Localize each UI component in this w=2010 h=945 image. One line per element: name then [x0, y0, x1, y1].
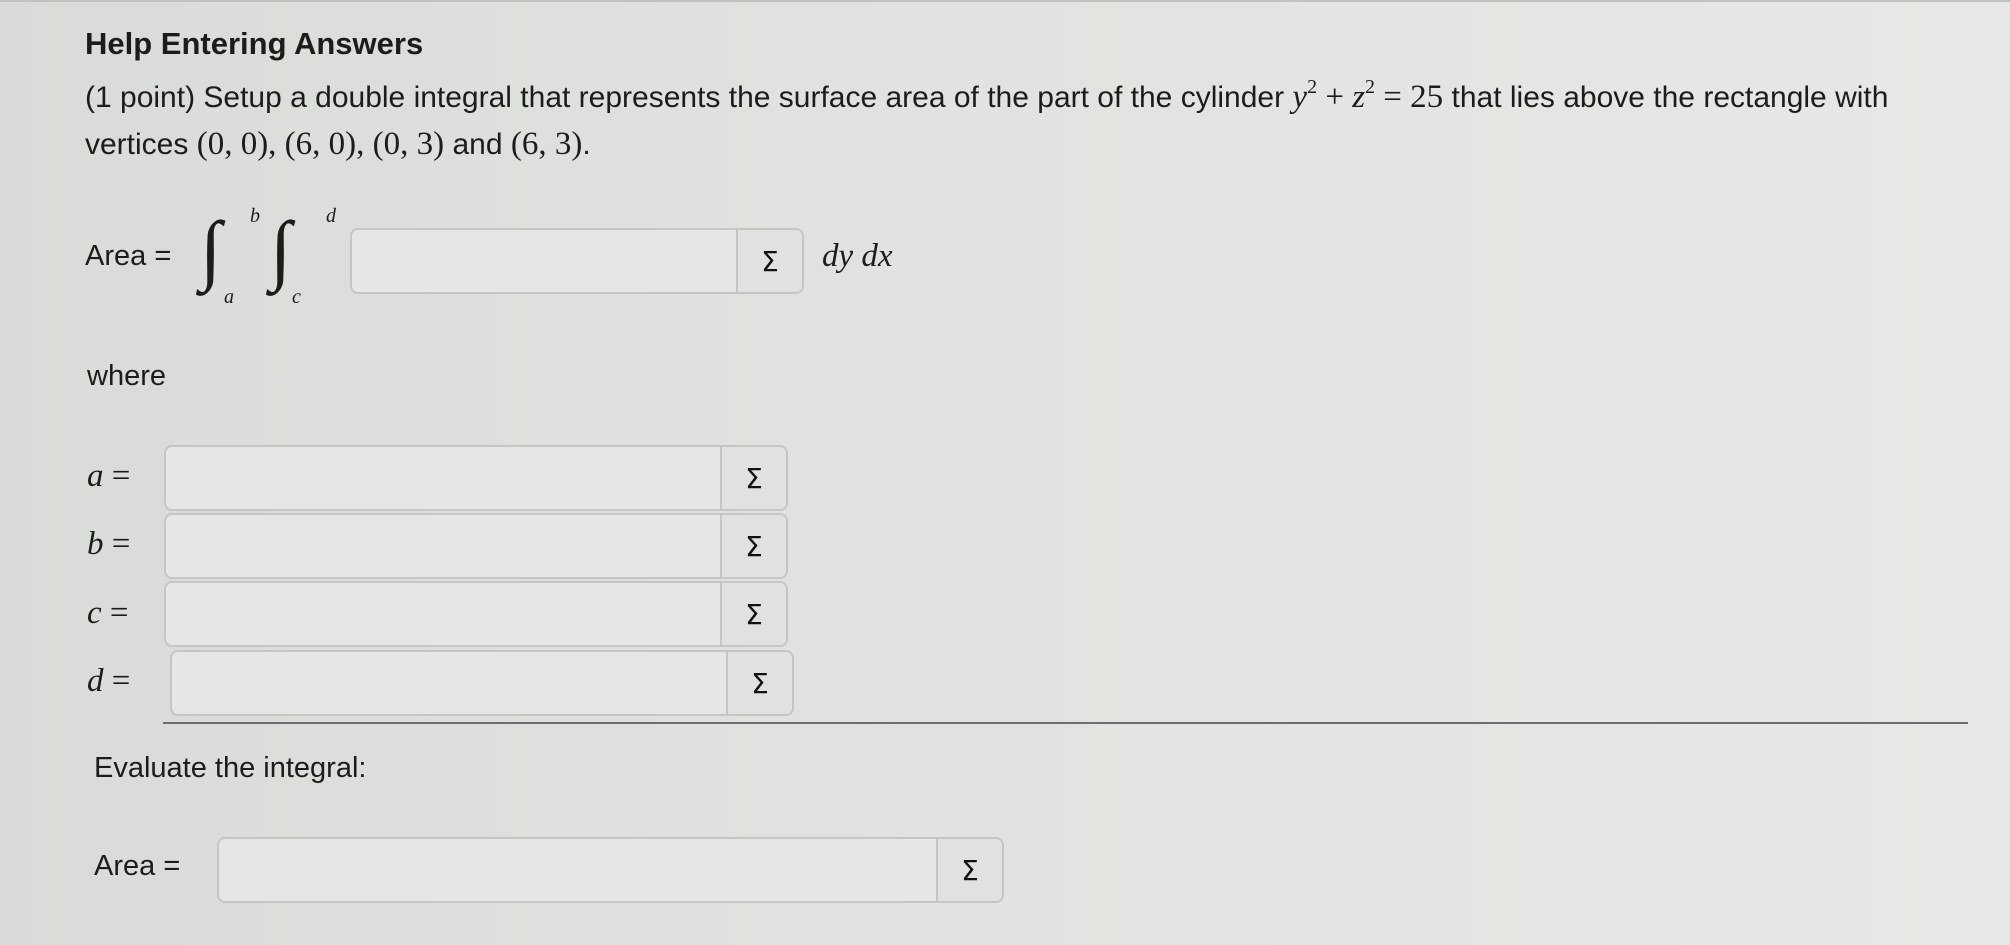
help-entering-answers-link[interactable]: Help Entering Answers	[85, 26, 423, 62]
inner-lower-limit: c	[292, 286, 301, 308]
eq-y-exponent: 2	[1307, 76, 1318, 98]
area-result-equation-editor-sigma-icon[interactable]: Σ	[936, 839, 1002, 901]
bound-a-equation-editor-sigma-icon[interactable]: Σ	[720, 447, 786, 509]
bound-b-label: b =	[87, 526, 131, 562]
bound-c-equation-editor-sigma-icon[interactable]: Σ	[720, 583, 786, 645]
eq-z-exponent: 2	[1365, 76, 1376, 98]
inner-upper-limit: d	[326, 205, 336, 227]
bound-b-equation-editor-sigma-icon[interactable]: Σ	[720, 515, 786, 577]
top-divider	[0, 0, 2010, 2]
area-result-input[interactable]	[219, 839, 936, 901]
last-vertex: (6, 3)	[510, 126, 583, 162]
eq-z: z	[1352, 79, 1366, 115]
bound-d-label: d =	[87, 663, 131, 699]
integrand-answer-box: Σ	[350, 228, 804, 294]
integrand-input[interactable]	[352, 230, 736, 292]
bound-c-input[interactable]	[166, 583, 720, 645]
differentials: dy dx	[822, 238, 893, 274]
bound-c-answer-box: Σ	[164, 581, 788, 647]
inner-integral-sign-icon: ∫	[270, 205, 292, 292]
bound-b-answer-box: Σ	[164, 513, 788, 579]
bound-d-input[interactable]	[172, 652, 726, 714]
bound-a-label: a =	[87, 458, 131, 494]
period: .	[582, 128, 591, 161]
and-word: and	[444, 128, 511, 161]
section-divider	[163, 722, 1968, 724]
eq-y: y	[1292, 79, 1308, 115]
bound-a-answer-box: Σ	[164, 445, 788, 511]
evaluate-label: Evaluate the integral:	[94, 752, 367, 784]
integrand-equation-editor-sigma-icon[interactable]: Σ	[736, 230, 802, 292]
bound-d-answer-box: Σ	[170, 650, 794, 716]
eq-rhs: = 25	[1375, 79, 1444, 115]
area-result-answer-box: Σ	[217, 837, 1004, 903]
outer-integral-sign-icon: ∫	[200, 205, 222, 292]
area-integral-label: Area =	[85, 240, 172, 272]
bound-a-input[interactable]	[166, 447, 720, 509]
outer-lower-limit: a	[224, 286, 234, 308]
area-result-label: Area =	[94, 850, 181, 882]
question-intro: (1 point) Setup a double integral that r…	[85, 81, 1293, 114]
question-text: (1 point) Setup a double integral that r…	[85, 76, 1965, 166]
vertices: (0, 0), (6, 0), (0, 3)	[196, 126, 445, 162]
where-label: where	[87, 360, 166, 392]
bound-c-label: c =	[87, 595, 129, 631]
eq-plus: +	[1317, 79, 1353, 115]
bound-d-equation-editor-sigma-icon[interactable]: Σ	[726, 652, 792, 714]
bound-b-input[interactable]	[166, 515, 720, 577]
outer-upper-limit: b	[250, 205, 260, 227]
